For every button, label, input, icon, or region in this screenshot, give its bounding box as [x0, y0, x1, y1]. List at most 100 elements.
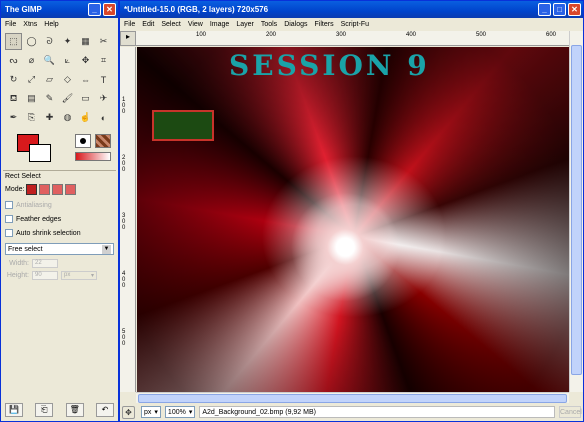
toolbox-titlebar[interactable]: The GIMP _ ✕	[1, 1, 118, 18]
antialiasing-checkbox[interactable]: Antialiasing	[5, 201, 114, 209]
ellipse-select-icon[interactable]: ◯	[23, 33, 40, 50]
magnify-icon[interactable]: 🔍	[41, 52, 58, 69]
paths-icon[interactable]: ᔓ	[5, 52, 22, 69]
smudge-icon[interactable]: ☝	[77, 109, 94, 126]
measure-icon[interactable]: ⟀	[59, 52, 76, 69]
select-mode-dropdown[interactable]: Free select ▼	[5, 243, 114, 255]
zoom-select[interactable]: 100% ▾	[164, 406, 196, 418]
text-icon[interactable]: T	[95, 71, 112, 88]
menu-help[interactable]: Help	[44, 21, 58, 28]
gradient-preview[interactable]	[75, 152, 111, 161]
mode-intersect-button[interactable]	[65, 184, 77, 195]
toolbox-menubar: File Xtns Help	[1, 18, 118, 30]
width-field[interactable]: 22	[32, 259, 58, 268]
heal-icon[interactable]: ✚	[41, 109, 58, 126]
background-color-swatch[interactable]	[29, 144, 51, 162]
image-canvas[interactable]: SESSION 9	[137, 47, 571, 392]
unit-value: px	[64, 272, 71, 278]
pattern-preview[interactable]	[95, 134, 111, 148]
menu-xtns[interactable]: Xtns	[23, 21, 37, 28]
menu-select[interactable]: Select	[161, 21, 180, 28]
quick-mask-corner[interactable]: ▸	[120, 31, 136, 46]
menu-layer[interactable]: Layer	[236, 21, 254, 28]
reset-options-button[interactable]: ↶	[95, 403, 114, 417]
vertical-ruler[interactable]: 100 200 300 400 500	[120, 47, 136, 392]
restore-options-button[interactable]: ⎗	[35, 403, 54, 417]
minimize-button[interactable]: _	[538, 3, 551, 16]
autoshrink-checkbox[interactable]: Auto shrink selection	[5, 229, 114, 237]
vertical-scrollbar[interactable]	[569, 31, 583, 392]
ruler-tick-label: 500	[476, 32, 487, 38]
menu-filters[interactable]: Filters	[315, 21, 334, 28]
color-select-icon[interactable]: ▦	[77, 33, 94, 50]
ruler-tick-label: 100	[122, 97, 126, 115]
menu-edit[interactable]: Edit	[142, 21, 154, 28]
vertical-scroll-thumb[interactable]	[571, 45, 582, 375]
height-row: Height: 90 px ▾	[5, 271, 114, 280]
menu-dialogs[interactable]: Dialogs	[284, 21, 307, 28]
menu-image[interactable]: Image	[210, 21, 229, 28]
close-button[interactable]: ✕	[103, 3, 116, 16]
unit-select-value: px	[144, 408, 152, 416]
horizontal-scroll-thumb[interactable]	[138, 394, 567, 403]
color-picker-icon[interactable]: ⌀	[23, 52, 40, 69]
menu-scriptfu[interactable]: Script-Fu	[341, 21, 369, 28]
height-field[interactable]: 90	[32, 271, 58, 280]
unit-select[interactable]: px ▾	[141, 406, 161, 418]
delete-options-button[interactable]: 🗑	[65, 403, 84, 417]
menu-file[interactable]: File	[124, 21, 135, 28]
move-icon[interactable]: ✥	[77, 52, 94, 69]
menu-view[interactable]: View	[188, 21, 203, 28]
maximize-button[interactable]: □	[553, 3, 566, 16]
free-select-icon[interactable]: ᘐ	[41, 33, 58, 50]
ruler-tick-label: 600	[546, 32, 557, 38]
tool-grid: ⬚ ◯ ᘐ ✦ ▦ ✂ ᔓ ⌀ 🔍 ⟀ ✥ ⌗ ↻ ⤢ ▱ ◇ ⇔ T ⛾ ▤ ✎ 🖌 ▭ ✈ ✒ ⎘ ✚ ◍ ☝ ◐	[1, 30, 118, 130]
feather-checkbox[interactable]: Feather edges	[5, 215, 114, 223]
menu-tools[interactable]: Tools	[261, 21, 277, 28]
perspective-icon[interactable]: ◇	[59, 71, 76, 88]
green-rectangle-shape	[152, 110, 214, 141]
chevron-down-icon: ▾	[90, 273, 94, 279]
select-mode-value: Free select	[8, 245, 43, 253]
bucket-fill-icon[interactable]: ⛾	[5, 90, 22, 107]
image-titlebar[interactable]: *Untitled-15.0 (RGB, 2 layers) 720x576 _…	[120, 1, 583, 18]
toolbox-window: The GIMP _ ✕ File Xtns Help ⬚ ◯ ᘐ ✦ ▦ ✂ ᔓ ⌀ 🔍 ⟀ ✥ ⌗…	[0, 0, 119, 422]
navigate-icon[interactable]: ✥	[122, 405, 135, 419]
ruler-tick-label: 200	[122, 155, 126, 173]
flip-icon[interactable]: ⇔	[77, 71, 94, 88]
airbrush-icon[interactable]: ✈	[95, 90, 112, 107]
crop-icon[interactable]: ⌗	[95, 52, 112, 69]
horizontal-ruler[interactable]: 100 200 300 400 500 600	[136, 31, 569, 46]
close-button[interactable]: ✕	[568, 3, 581, 16]
paintbrush-icon[interactable]: 🖌	[59, 90, 76, 107]
tool-options-panel: Rect Select Mode: Antialiasing Feather e…	[3, 170, 116, 285]
ink-icon[interactable]: ✒	[5, 109, 22, 126]
convolve-icon[interactable]: ◍	[59, 109, 76, 126]
pencil-icon[interactable]: ✎	[41, 90, 58, 107]
dodge-burn-icon[interactable]: ◐	[95, 109, 112, 126]
save-options-button[interactable]: 💾	[5, 403, 23, 417]
unit-dropdown[interactable]: px ▾	[61, 271, 97, 280]
rect-select-icon[interactable]: ⬚	[5, 33, 22, 50]
width-label: Width:	[9, 260, 29, 267]
fuzzy-select-icon[interactable]: ✦	[59, 33, 76, 50]
shear-icon[interactable]: ▱	[41, 71, 58, 88]
image-title: *Untitled-15.0 (RGB, 2 layers) 720x576	[124, 5, 269, 14]
minimize-button[interactable]: _	[88, 3, 101, 16]
menu-file[interactable]: File	[5, 21, 16, 28]
eraser-icon[interactable]: ▭	[77, 90, 94, 107]
mode-replace-button[interactable]	[26, 184, 38, 195]
toolbox-bottom-bar: 💾 ⎗ 🗑 ↶	[5, 403, 114, 417]
rotate-icon[interactable]: ↻	[5, 71, 22, 88]
chevron-down-icon: ▼	[102, 244, 111, 254]
mode-add-button[interactable]	[39, 184, 51, 195]
scale-icon[interactable]: ⤢	[23, 71, 40, 88]
blend-icon[interactable]: ▤	[23, 90, 40, 107]
brush-preview[interactable]	[75, 134, 91, 148]
mode-subtract-button[interactable]	[52, 184, 64, 195]
scissors-icon[interactable]: ✂	[95, 33, 112, 50]
clone-icon[interactable]: ⎘	[23, 109, 40, 126]
ruler-tick-label: 400	[122, 271, 126, 289]
cancel-button[interactable]: Cancel	[559, 406, 582, 418]
ruler-tick-label: 400	[406, 32, 417, 38]
